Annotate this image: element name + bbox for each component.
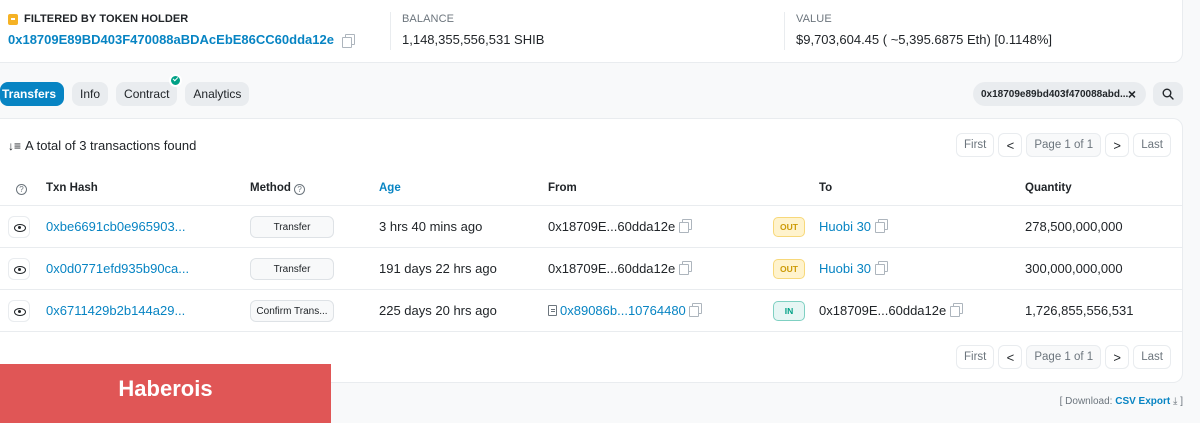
table-row: 0xbe6691cb0e965903... Transfer 3 hrs 40 … — [0, 206, 1183, 248]
copy-icon[interactable] — [678, 261, 692, 275]
help-icon[interactable]: ? — [16, 182, 27, 195]
age-cell: 191 days 22 hrs ago — [379, 261, 497, 276]
quantity-cell: 278,500,000,000 — [1025, 219, 1123, 234]
copy-icon[interactable] — [874, 219, 888, 233]
age-cell: 3 hrs 40 mins ago — [379, 219, 483, 234]
page-indicator: Page 1 of 1 — [1026, 133, 1102, 157]
download-row: [ Download: CSV Export ⤓ ] — [1059, 396, 1183, 407]
chevron-right-icon[interactable]: > — [1105, 345, 1130, 369]
method-badge: Transfer — [250, 258, 334, 280]
direction-badge: OUT — [773, 259, 805, 279]
tab-transfers[interactable]: Transfers — [0, 82, 65, 106]
value-column: VALUE $9,703,604.45 ( ~5,395.6875 Eth) [… — [796, 13, 1052, 47]
method-badge: Confirm Trans... — [250, 300, 334, 322]
help-icon: ? — [294, 184, 306, 195]
page-indicator: Page 1 of 1 — [1026, 345, 1102, 369]
copy-icon[interactable] — [949, 303, 963, 317]
tab-info[interactable]: Info — [72, 82, 109, 106]
contract-icon — [548, 305, 557, 316]
divider — [390, 12, 391, 50]
balance-label: BALANCE — [402, 13, 455, 25]
holder-address[interactable]: 0x18709E89BD403F470088aBDAcEbE86CC60dda1… — [8, 32, 355, 48]
search-icon — [1162, 88, 1174, 100]
to-link[interactable]: Huobi 30 — [819, 261, 888, 276]
from-link[interactable]: 0x89086b...10764480 — [548, 303, 703, 318]
eye-icon[interactable] — [8, 300, 30, 322]
last-page-button[interactable]: Last — [1133, 133, 1171, 157]
col-age[interactable]: Age — [379, 182, 401, 194]
tab-analytics[interactable]: Analytics — [185, 82, 250, 106]
balance-column: BALANCE 1,148,355,556,531 SHIB — [402, 13, 544, 47]
table-header: ? Txn Hash Method ? Age From To Quantity — [0, 169, 1183, 206]
csv-export-link[interactable]: CSV Export — [1115, 396, 1170, 407]
txn-hash-link[interactable]: 0x6711429b2b144a29... — [46, 303, 185, 318]
col-method: Method ? — [250, 182, 306, 195]
table-row: 0x6711429b2b144a29... Confirm Trans... 2… — [0, 290, 1183, 332]
to-link[interactable]: Huobi 30 — [819, 219, 888, 234]
direction-badge: OUT — [773, 217, 805, 237]
direction-badge: IN — [773, 301, 805, 321]
token-holder-summary: FILTERED BY TOKEN HOLDER 0x18709E89BD403… — [0, 0, 1183, 63]
from-cell: 0x18709E...60dda12e — [548, 219, 692, 234]
eye-icon[interactable] — [8, 216, 30, 238]
download-icon[interactable]: ⤓ — [1173, 396, 1177, 407]
overlay-banner: Haberois — [0, 364, 331, 423]
method-badge: Transfer — [250, 216, 334, 238]
col-quantity: Quantity — [1025, 182, 1072, 194]
to-cell: 0x18709E...60dda12e — [819, 303, 963, 318]
pagination-bottom: First < Page 1 of 1 > Last — [956, 345, 1171, 369]
table-row: 0x0d0771efd935b90ca... Transfer 191 days… — [0, 248, 1183, 290]
pagination-top: First < Page 1 of 1 > Last — [956, 133, 1171, 157]
tab-contract[interactable]: Contract — [116, 74, 183, 106]
col-txn-hash: Txn Hash — [46, 182, 98, 194]
chevron-left-icon[interactable]: < — [998, 345, 1023, 369]
chevron-right-icon[interactable]: > — [1105, 133, 1130, 157]
chevron-left-icon[interactable]: < — [998, 133, 1023, 157]
eye-icon[interactable] — [8, 258, 30, 280]
divider — [784, 12, 785, 50]
search-button[interactable] — [1153, 82, 1183, 106]
value-label: VALUE — [796, 13, 832, 25]
first-page-button[interactable]: First — [956, 133, 995, 157]
col-to: To — [819, 182, 833, 194]
address-filter-chip[interactable]: 0x18709e89bd403f470088abd... × — [973, 82, 1146, 106]
first-page-button[interactable]: First — [956, 345, 995, 369]
last-page-button[interactable]: Last — [1133, 345, 1171, 369]
copy-icon[interactable] — [874, 261, 888, 275]
filter-column: FILTERED BY TOKEN HOLDER 0x18709E89BD403… — [8, 13, 355, 48]
filter-label: FILTERED BY TOKEN HOLDER — [8, 13, 354, 25]
total-count: ↓≡ A total of 3 transactions found — [8, 138, 197, 153]
copy-icon[interactable] — [341, 33, 355, 48]
lock-icon — [8, 13, 18, 25]
sort-icon[interactable]: ↓≡ — [8, 139, 21, 153]
col-from: From — [548, 182, 577, 194]
transactions-card: ↓≡ A total of 3 transactions found First… — [0, 118, 1183, 383]
quantity-cell: 300,000,000,000 — [1025, 261, 1123, 276]
from-cell: 0x18709E...60dda12e — [548, 261, 692, 276]
tab-bar: Transfers Info Contract Analytics — [0, 74, 250, 106]
verified-check-icon — [169, 74, 183, 87]
txn-hash-link[interactable]: 0x0d0771efd935b90ca... — [46, 261, 189, 276]
value-amount: $9,703,604.45 ( ~5,395.6875 Eth) [0.1148… — [796, 32, 1052, 47]
copy-icon[interactable] — [678, 219, 692, 233]
balance-value: 1,148,355,556,531 SHIB — [402, 32, 545, 47]
age-cell: 225 days 20 hrs ago — [379, 303, 497, 318]
quantity-cell: 1,726,855,556,531 — [1025, 303, 1134, 318]
txn-hash-link[interactable]: 0xbe6691cb0e965903... — [46, 219, 186, 234]
copy-icon[interactable] — [689, 303, 703, 317]
close-icon[interactable]: × — [1124, 86, 1140, 102]
